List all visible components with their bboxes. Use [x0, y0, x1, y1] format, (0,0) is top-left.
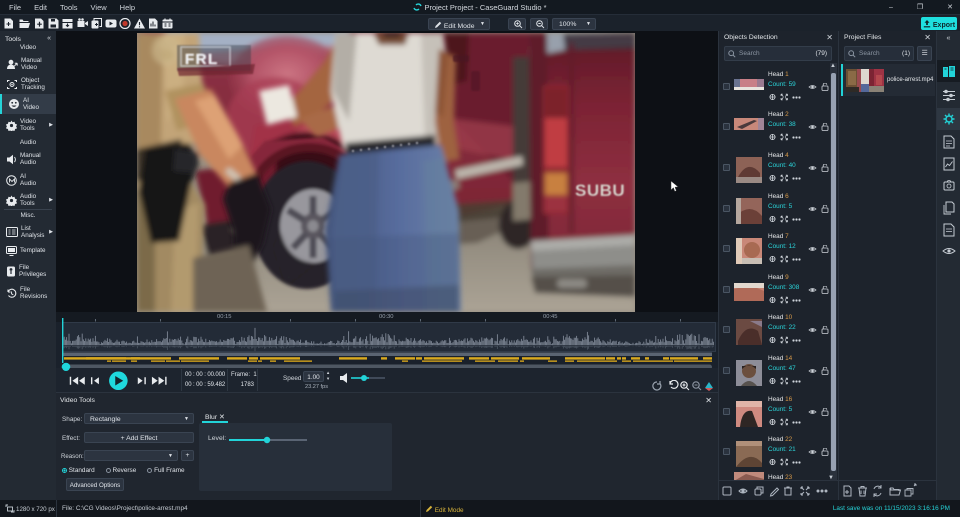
svg-text:SUBU: SUBU [575, 181, 625, 200]
svg-text:FRL: FRL [185, 51, 219, 68]
